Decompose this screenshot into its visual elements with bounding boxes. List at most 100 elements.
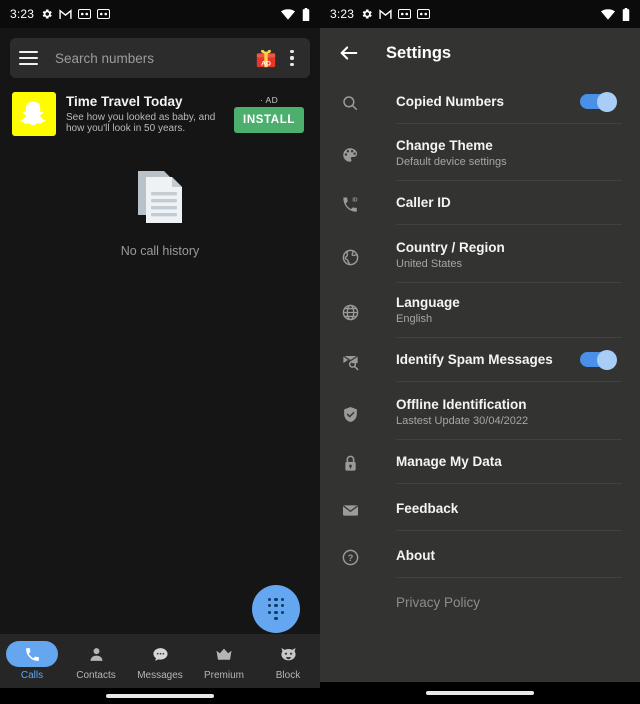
battery-icon xyxy=(622,7,630,21)
toggle-knob xyxy=(597,349,617,370)
setting-title: Manage My Data xyxy=(396,454,502,469)
svg-text:ID: ID xyxy=(352,198,357,204)
bottom-nav: Calls Contacts Messages Premium Block xyxy=(0,634,320,688)
nav-label-messages: Messages xyxy=(137,670,183,681)
svg-text:?: ? xyxy=(347,553,353,563)
dual-screenshot: 3:23 Search numbers AD Time Travel Today… xyxy=(0,0,640,704)
setting-title: Country / Region xyxy=(396,240,505,255)
setting-title: Privacy Policy xyxy=(396,595,481,610)
globe-grid-icon xyxy=(342,304,358,321)
ad-label-dot: · xyxy=(259,95,264,105)
status-bar-left: 3:23 xyxy=(0,0,320,28)
status-bar-clock: 3:23 xyxy=(330,7,355,21)
battery-icon xyxy=(302,7,310,21)
calls-screen: 3:23 Search numbers AD Time Travel Today… xyxy=(0,0,320,704)
ad-banner[interactable]: Time Travel Today See how you looked as … xyxy=(0,86,320,142)
empty-state-label: No call history xyxy=(120,244,200,258)
search-bar[interactable]: Search numbers AD xyxy=(10,38,310,78)
chat-bubble-icon xyxy=(152,647,168,661)
person-icon xyxy=(90,647,102,661)
gesture-pill[interactable] xyxy=(426,691,534,695)
globe-icon xyxy=(342,249,358,266)
dual-sim-icon xyxy=(78,9,92,19)
setting-row-manage-my-data[interactable]: Manage My Data xyxy=(320,440,640,487)
setting-row-change-theme[interactable]: Change Theme Default device settings xyxy=(320,126,640,181)
nav-label-premium: Premium xyxy=(203,670,244,681)
gesture-nav-bar-right xyxy=(320,682,640,704)
gift-ad-icon[interactable]: AD xyxy=(255,47,277,69)
ad-description: See how you looked as baby, and how you'… xyxy=(66,111,216,135)
setting-row-copied-numbers[interactable]: Copied Numbers xyxy=(320,80,640,126)
ad-title: Time Travel Today xyxy=(66,93,183,109)
setting-row-privacy-policy[interactable]: Privacy Policy xyxy=(320,581,640,625)
setting-subtitle: Lastest Update 30/04/2022 xyxy=(396,415,529,427)
setting-row-country-region[interactable]: Country / Region United States xyxy=(320,228,640,283)
gmail-icon xyxy=(379,8,392,19)
setting-title: Identify Spam Messages xyxy=(396,352,553,367)
setting-title: Language xyxy=(396,295,460,310)
toggle-knob xyxy=(597,91,617,112)
envelope-icon xyxy=(342,505,358,516)
gear-icon xyxy=(42,9,52,19)
palette-icon xyxy=(343,148,358,162)
nav-item-contacts[interactable]: Contacts xyxy=(64,641,128,681)
status-bar-right: 3:23 xyxy=(320,0,640,28)
ad-label: · AD xyxy=(260,95,278,105)
ad-label-text: AD xyxy=(265,95,279,105)
gear-icon xyxy=(362,9,372,19)
gesture-pill[interactable] xyxy=(106,694,214,698)
setting-row-offline-identification[interactable]: Offline Identification Lastest Update 30… xyxy=(320,385,640,440)
setting-subtitle: English xyxy=(396,313,433,325)
search-input-placeholder[interactable]: Search numbers xyxy=(55,51,255,66)
lock-icon xyxy=(344,455,356,471)
dialpad-icon xyxy=(267,597,285,621)
setting-title: Offline Identification xyxy=(396,397,527,412)
install-button[interactable]: INSTALL xyxy=(234,107,304,133)
dual-sim-icon xyxy=(398,9,412,19)
dialpad-fab[interactable] xyxy=(252,585,300,633)
setting-subtitle: Default device settings xyxy=(396,156,507,168)
kebab-menu-icon[interactable] xyxy=(283,48,301,68)
documents-icon xyxy=(138,171,182,223)
setting-subtitle: United States xyxy=(396,258,463,270)
search-icon xyxy=(343,96,358,111)
setting-row-feedback[interactable]: Feedback xyxy=(320,487,640,534)
nav-item-calls[interactable]: Calls xyxy=(0,641,64,681)
phone-icon xyxy=(25,647,39,661)
hamburger-icon[interactable] xyxy=(19,51,38,65)
dual-sim-icon xyxy=(417,9,431,19)
setting-row-about[interactable]: ? About xyxy=(320,534,640,581)
nav-item-block[interactable]: Block xyxy=(256,641,320,681)
status-bar-clock: 3:23 xyxy=(10,7,35,21)
crown-icon xyxy=(216,648,232,660)
empty-state: No call history xyxy=(0,165,320,258)
setting-row-language[interactable]: Language English xyxy=(320,283,640,338)
wifi-icon xyxy=(281,8,295,20)
wifi-icon xyxy=(601,8,615,20)
page-title: Settings xyxy=(386,43,452,62)
setting-title: Change Theme xyxy=(396,138,493,153)
setting-row-identify-spam[interactable]: Identify Spam Messages xyxy=(320,338,640,385)
gmail-icon xyxy=(59,8,72,19)
svg-text:AD: AD xyxy=(261,61,271,68)
devil-face-icon xyxy=(280,647,296,661)
snapchat-ghost-icon xyxy=(12,92,56,136)
nav-label-block: Block xyxy=(275,670,301,681)
gesture-nav-bar-left xyxy=(0,688,320,704)
settings-appbar: Settings xyxy=(320,28,640,78)
nav-item-premium[interactable]: Premium xyxy=(192,641,256,681)
setting-title: Copied Numbers xyxy=(396,94,505,109)
setting-row-caller-id[interactable]: ID Caller ID xyxy=(320,181,640,228)
toggle-identify-spam[interactable] xyxy=(580,349,617,370)
toggle-copied-numbers[interactable] xyxy=(580,91,617,112)
envelope-search-icon xyxy=(342,355,358,371)
shield-check-icon xyxy=(343,406,357,423)
phone-id-icon: ID xyxy=(342,197,357,212)
back-arrow-icon[interactable] xyxy=(338,42,360,64)
settings-screen: 3:23 Settings Copied Numbers Change Them… xyxy=(320,0,640,704)
nav-item-messages[interactable]: Messages xyxy=(128,641,192,681)
nav-label-calls: Calls xyxy=(20,670,44,681)
setting-title: Caller ID xyxy=(396,195,451,210)
setting-title: Feedback xyxy=(396,501,459,516)
question-circle-icon: ? xyxy=(342,549,358,566)
